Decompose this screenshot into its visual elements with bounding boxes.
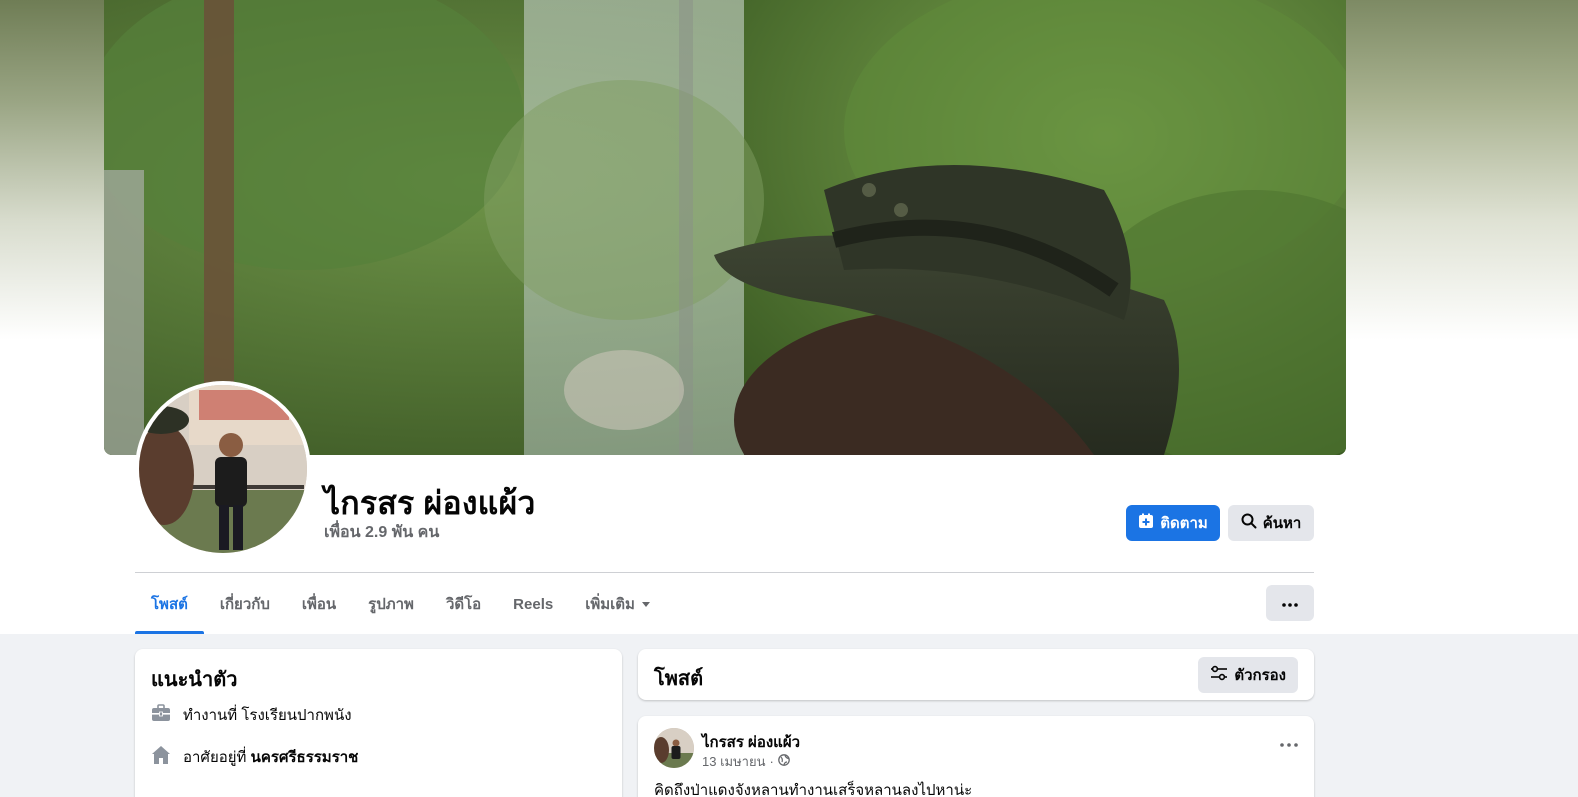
tab-label: โพสต์ (151, 596, 188, 613)
avatar (139, 385, 307, 553)
intro-work: ทำงานที่ โรงเรียนปากพนัง (151, 703, 352, 727)
tab-friends[interactable]: เพื่อน (286, 574, 352, 634)
post-author-avatar[interactable] (654, 728, 694, 768)
search-button-label: ค้นหา (1262, 515, 1302, 532)
intro-card: แนะนำตัว ทำงานที่ โรงเรียนปากพนัง อาศัยอ… (135, 649, 622, 797)
intro-title: แนะนำตัว (151, 669, 238, 691)
briefcase-icon (151, 703, 171, 727)
tab-label: วิดีโอ (445, 596, 482, 613)
profile-options-button[interactable] (1266, 585, 1314, 621)
filter-button-label: ตัวกรอง (1234, 667, 1286, 684)
post-card: ไกรสร ผ่องแผ้ว 13 เมษายน · คิดถึงป่าแดงจ… (638, 716, 1314, 797)
tab-reels[interactable]: Reels (497, 574, 569, 634)
profile-picture[interactable] (135, 381, 311, 557)
tab-label: รูปภาพ (368, 596, 414, 613)
profile-tabs: โพสต์ เกี่ยวกับ เพื่อน รูปภาพ วิดีโอ Ree… (135, 574, 667, 634)
search-icon (1241, 513, 1257, 533)
header-divider (135, 572, 1314, 573)
tab-photos[interactable]: รูปภาพ (352, 574, 430, 634)
more-dots-icon (1282, 594, 1298, 612)
friends-count[interactable]: เพื่อน 2.9 พัน คน (324, 520, 439, 545)
intro-home-place[interactable]: นครศรีธรรมราช (251, 749, 359, 766)
post-date[interactable]: 13 เมษายน (702, 751, 765, 772)
tab-about[interactable]: เกี่ยวกับ (204, 574, 286, 634)
follow-plus-icon (1138, 513, 1154, 533)
tab-label: เพื่อน (301, 596, 337, 613)
filter-sliders-icon (1210, 665, 1228, 685)
search-button[interactable]: ค้นหา (1228, 505, 1314, 541)
caret-down-icon (641, 596, 651, 613)
post-meta: 13 เมษายน · (702, 751, 790, 772)
intro-work-text: ทำงานที่ โรงเรียนปากพนัง (183, 707, 352, 724)
post-text: คิดถึงป่าแดงจังหลานทำงานเสร็จหลานลงไปหาน… (654, 782, 973, 797)
follow-button[interactable]: ติดตาม (1126, 505, 1220, 541)
intro-home-prefix: อาศัยอยู่ที่ (183, 749, 251, 766)
tab-videos[interactable]: วิดีโอ (430, 574, 497, 634)
more-dots-icon (1280, 734, 1298, 751)
intro-home: อาศัยอยู่ที่ นครศรีธรรมราช (151, 745, 358, 769)
cover-photo[interactable] (104, 0, 1346, 455)
follow-button-label: ติดตาม (1160, 515, 1208, 532)
tab-label: เกี่ยวกับ (219, 596, 270, 613)
globe-icon (777, 754, 790, 769)
tab-more[interactable]: เพิ่มเติม (569, 574, 667, 634)
backdrop-left (0, 0, 104, 340)
posts-header-card: โพสต์ ตัวกรอง (638, 649, 1314, 700)
backdrop-right (1346, 0, 1578, 340)
tab-label: Reels (513, 595, 554, 613)
tab-posts[interactable]: โพสต์ (135, 574, 204, 634)
post-options-button[interactable] (1280, 734, 1298, 752)
tab-label: เพิ่มเติม (585, 596, 635, 613)
filter-button[interactable]: ตัวกรอง (1198, 657, 1298, 693)
posts-title: โพสต์ (654, 668, 704, 690)
home-icon (151, 745, 171, 769)
meta-separator: · (769, 754, 774, 769)
